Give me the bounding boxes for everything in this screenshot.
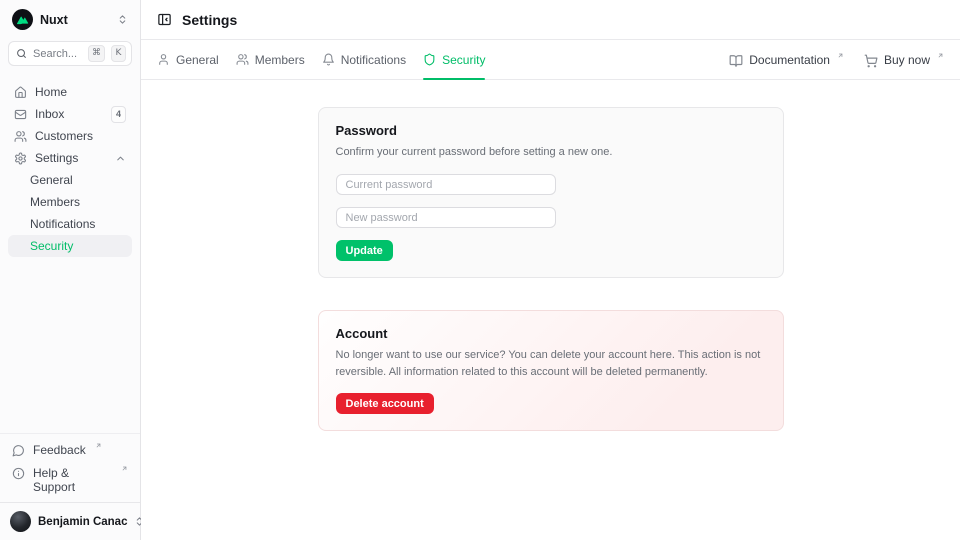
chat-bubble-icon: [12, 444, 25, 457]
sidebar-item-label: Notifications: [30, 217, 95, 231]
password-card: Password Confirm your current password b…: [318, 107, 784, 278]
sidebar-item-members[interactable]: Members: [8, 191, 132, 213]
tab-security[interactable]: Security: [423, 40, 485, 79]
sidebar-item-label: Settings: [35, 151, 78, 165]
toolbar-link-label: Documentation: [749, 53, 830, 67]
page-title: Settings: [182, 12, 237, 28]
user-name: Benjamin Canac: [38, 516, 127, 528]
update-password-button[interactable]: Update: [336, 240, 393, 261]
tab-notifications[interactable]: Notifications: [322, 40, 406, 79]
password-form: Update: [336, 174, 766, 261]
account-card-title: Account: [336, 326, 766, 341]
search-placeholder: Search...: [33, 48, 82, 60]
chevrons-up-down-icon: [117, 14, 128, 25]
main-panel: Settings General Members Notifications: [141, 0, 960, 540]
tab-label: Security: [442, 53, 485, 67]
sidebar-item-label: General: [30, 173, 73, 187]
user-menu[interactable]: Benjamin Canac: [0, 502, 140, 540]
book-open-icon: [729, 54, 743, 68]
sidebar-item-general[interactable]: General: [8, 169, 132, 191]
gear-icon: [14, 152, 27, 165]
feedback-link[interactable]: Feedback: [12, 443, 128, 457]
sidebar-item-label: Inbox: [35, 107, 64, 121]
external-link-icon: [837, 52, 844, 59]
password-card-description: Confirm your current password before set…: [336, 144, 766, 161]
nuxt-logo-icon: [12, 9, 33, 30]
external-link-icon: [95, 442, 102, 449]
bell-icon: [322, 53, 335, 66]
new-password-field[interactable]: [336, 207, 556, 228]
inbox-icon: [14, 108, 27, 121]
sidebar-nav: Home Inbox 4 Customers Settings: [0, 70, 140, 257]
search-icon: [16, 48, 27, 59]
team-switcher[interactable]: Nuxt: [0, 0, 140, 39]
brand-name: Nuxt: [40, 13, 68, 27]
toolbar-link-label: Buy now: [884, 53, 930, 67]
sidebar-item-settings[interactable]: Settings: [8, 147, 132, 169]
chevron-up-icon: [115, 153, 126, 164]
documentation-link[interactable]: Documentation: [729, 52, 844, 68]
account-card: Account No longer want to use our servic…: [318, 310, 784, 431]
tab-label: Members: [255, 53, 305, 67]
help-support-link[interactable]: Help & Support: [12, 466, 128, 494]
shield-icon: [423, 53, 436, 66]
app-window: Nuxt Search... ⌘ K Home: [0, 0, 960, 540]
collapse-sidebar-icon[interactable]: [157, 12, 172, 27]
kbd-k: K: [111, 45, 126, 62]
buy-now-link[interactable]: Buy now: [864, 52, 944, 68]
home-icon: [14, 86, 27, 99]
sidebar-item-security[interactable]: Security: [8, 235, 132, 257]
sidebar: Nuxt Search... ⌘ K Home: [0, 0, 141, 540]
inbox-count-badge: 4: [111, 106, 126, 123]
password-card-title: Password: [336, 123, 766, 138]
shopping-cart-icon: [864, 54, 878, 68]
sidebar-item-label: Home: [35, 85, 67, 99]
users-icon: [14, 130, 27, 143]
settings-tabbar: General Members Notifications Security: [141, 40, 960, 80]
tab-label: Notifications: [341, 53, 406, 67]
sidebar-footer: Feedback Help & Support: [0, 433, 140, 502]
sidebar-item-customers[interactable]: Customers: [8, 125, 132, 147]
avatar: [10, 511, 31, 532]
delete-account-button[interactable]: Delete account: [336, 393, 434, 414]
sidebar-item-label: Customers: [35, 129, 93, 143]
sidebar-item-inbox[interactable]: Inbox 4: [8, 103, 132, 125]
external-link-icon: [937, 52, 944, 59]
users-icon: [236, 53, 249, 66]
footer-link-label: Feedback: [33, 443, 86, 457]
sidebar-item-label: Security: [30, 239, 73, 253]
tab-members[interactable]: Members: [236, 40, 305, 79]
page-header: Settings: [141, 0, 960, 40]
sidebar-item-home[interactable]: Home: [8, 81, 132, 103]
footer-link-label: Help & Support: [33, 466, 112, 494]
tab-general[interactable]: General: [157, 40, 219, 79]
external-link-icon: [121, 465, 128, 472]
sidebar-item-notifications[interactable]: Notifications: [8, 213, 132, 235]
kbd-meta: ⌘: [88, 45, 105, 62]
tab-label: General: [176, 53, 219, 67]
info-circle-icon: [12, 467, 25, 480]
search-input[interactable]: Search... ⌘ K: [8, 41, 132, 66]
account-card-description: No longer want to use our service? You c…: [336, 347, 766, 381]
sidebar-item-label: Members: [30, 195, 80, 209]
tabbar-actions: Documentation Buy now: [729, 40, 944, 79]
settings-security-content: Password Confirm your current password b…: [141, 80, 960, 540]
user-icon: [157, 53, 170, 66]
current-password-field[interactable]: [336, 174, 556, 195]
